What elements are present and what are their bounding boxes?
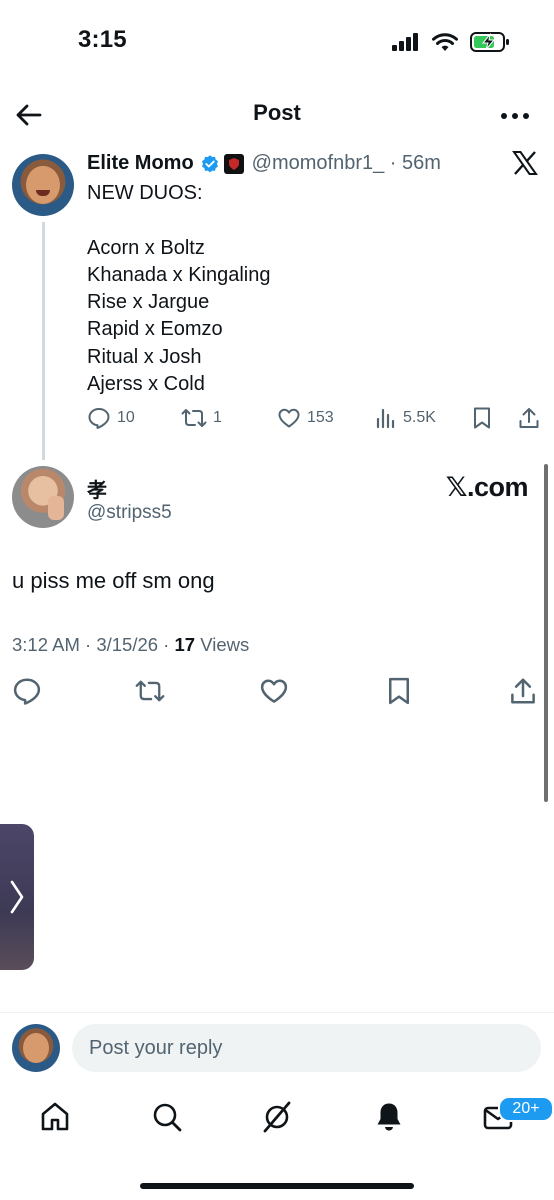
thread-line (42, 222, 45, 460)
chevron-right-icon (10, 880, 24, 914)
avatar[interactable] (12, 1024, 60, 1072)
like-action[interactable]: 153 (277, 406, 334, 430)
affiliate-badge-icon (223, 153, 244, 174)
search-icon[interactable] (150, 1100, 184, 1134)
reply-icon (88, 408, 110, 429)
bookmark-icon[interactable] (384, 676, 414, 706)
side-panel-handle[interactable] (0, 824, 34, 970)
share-icon[interactable] (508, 676, 538, 706)
status-time: 3:15 (78, 26, 127, 53)
reply-count: 10 (117, 409, 135, 426)
home-indicator[interactable] (140, 1183, 414, 1189)
author-name[interactable]: 孝 (87, 474, 107, 503)
verified-badge-icon (201, 154, 218, 172)
post-text: NEW DUOS: Acorn x Boltz Khanada x Kingal… (87, 182, 271, 396)
author-handle-time: @momofnbr1_ · 56m (251, 152, 441, 174)
analytics-icon (376, 408, 395, 429)
scrollbar[interactable] (544, 464, 548, 802)
post-actions: 10 1 153 5.5K (87, 406, 547, 432)
author-handle[interactable]: @stripss5 (87, 502, 172, 524)
post-text: u piss me off sm ong (12, 568, 215, 593)
reply-action[interactable]: 10 (87, 406, 135, 430)
xcom-watermark: 𝕏.com (445, 472, 529, 502)
reply-input[interactable] (72, 1024, 541, 1072)
views-action[interactable]: 5.5K (375, 406, 436, 430)
status-icons (392, 30, 510, 54)
grok-icon[interactable] (260, 1100, 294, 1134)
wifi-icon (432, 32, 458, 51)
page-title: Post (253, 100, 301, 125)
post-meta: 3:12 AM · 3/15/26 · 17 Views (12, 634, 249, 656)
like-count: 153 (307, 409, 334, 426)
x-logo-icon (512, 151, 538, 175)
repost-action[interactable]: 1 (181, 406, 222, 430)
post-actions (0, 676, 554, 710)
repost-icon (181, 409, 207, 427)
views-label: Views (195, 634, 250, 655)
home-icon[interactable] (38, 1100, 72, 1134)
reply-icon[interactable] (12, 676, 42, 706)
post-timestamp: 3:12 AM · 3/15/26 · (12, 634, 175, 655)
cellular-signal-icon (392, 33, 418, 51)
views-count: 5.5K (403, 409, 436, 426)
author-name[interactable]: Elite Momo (87, 152, 194, 175)
repost-icon[interactable] (135, 676, 165, 706)
bookmark-icon[interactable] (471, 406, 493, 430)
battery-charging-icon (470, 32, 509, 52)
views-count[interactable]: 17 (174, 634, 195, 655)
avatar[interactable] (12, 154, 74, 216)
heart-icon (278, 408, 300, 428)
messages-badge: 20+ (498, 1096, 554, 1122)
header: Post (0, 90, 554, 138)
divider (0, 1012, 554, 1013)
more-options-icon[interactable] (500, 106, 530, 126)
share-icon[interactable] (517, 406, 541, 430)
notifications-icon[interactable] (372, 1100, 406, 1134)
repost-count: 1 (213, 409, 222, 426)
heart-icon[interactable] (259, 676, 289, 706)
post-header: Elite Momo @momofnbr1_ · 56m (87, 152, 441, 175)
bottom-nav (0, 1094, 554, 1144)
status-bar: 3:15 (0, 0, 554, 84)
avatar[interactable] (12, 466, 74, 528)
